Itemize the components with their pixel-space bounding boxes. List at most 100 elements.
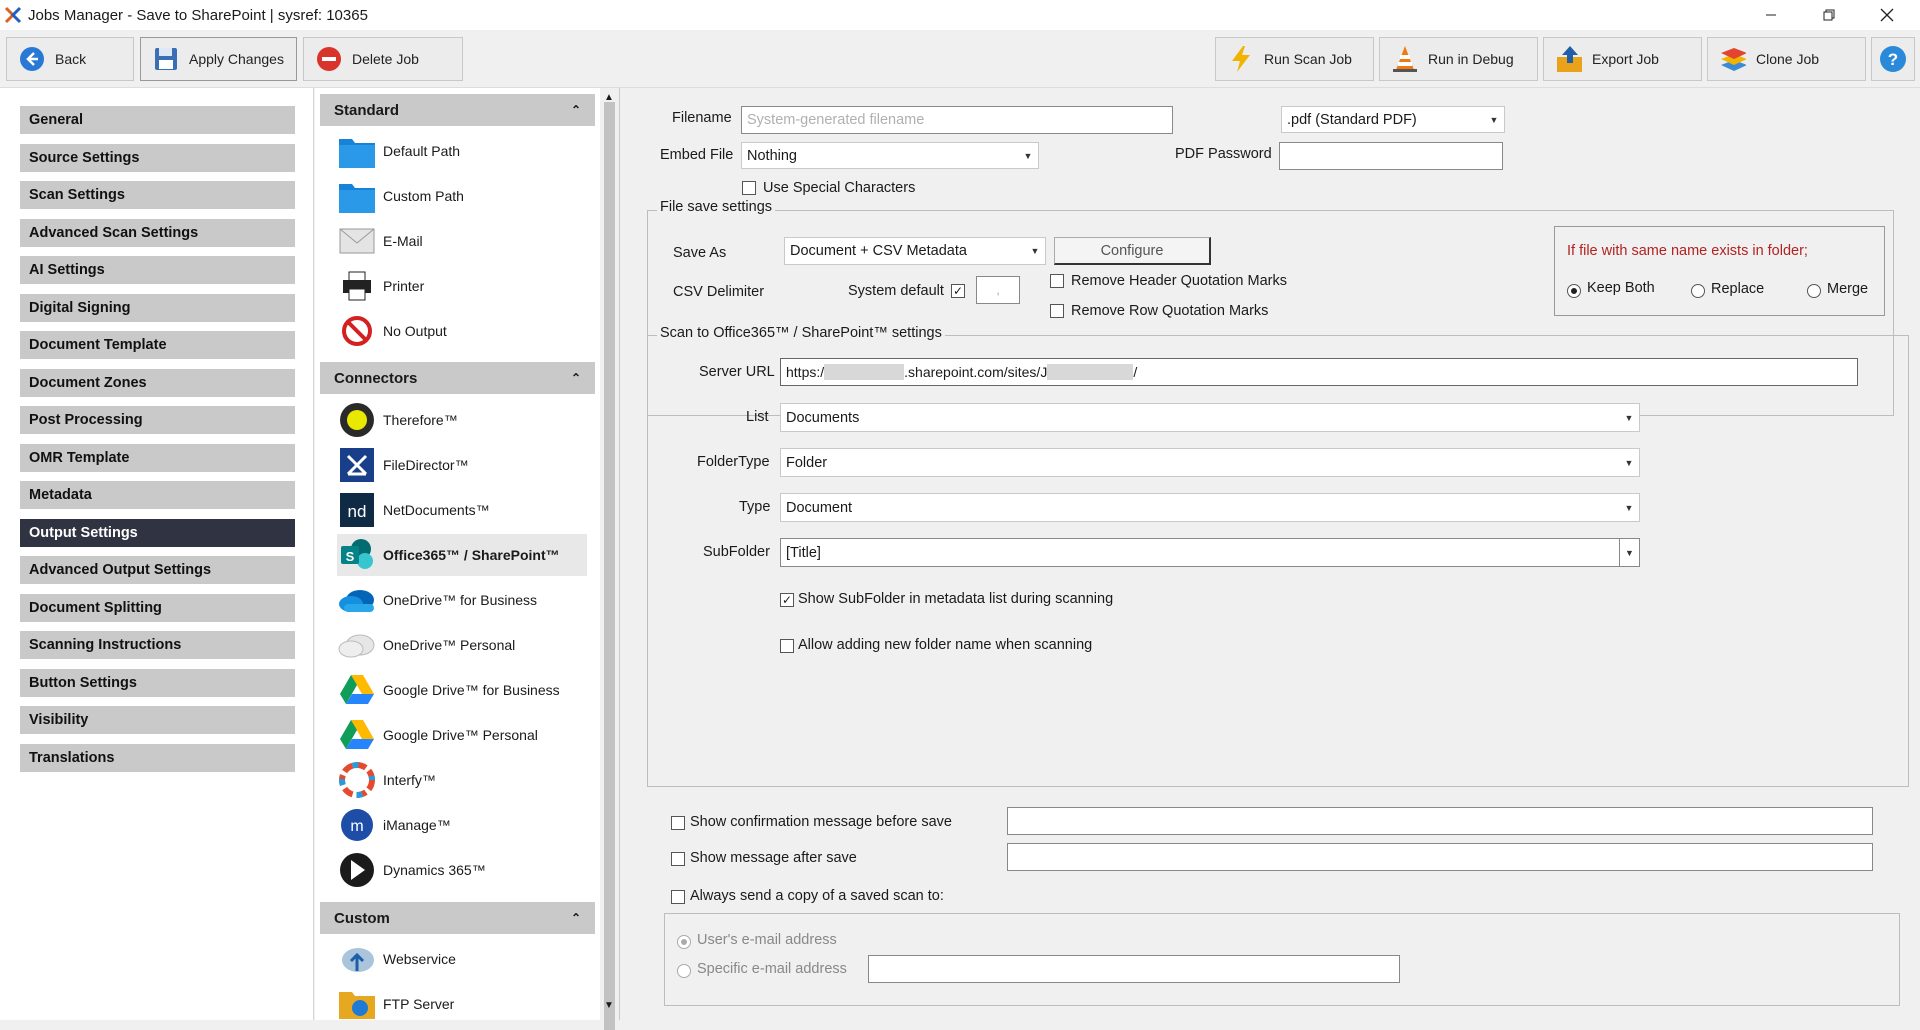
confirm-message-input[interactable] — [1007, 807, 1873, 835]
clone-job-button[interactable]: Clone Job — [1707, 37, 1866, 81]
nav-item-document-splitting[interactable]: Document Splitting — [20, 593, 295, 622]
chevron-down-icon: ▼ — [1023, 150, 1033, 161]
output-option-office365-sharepoint[interactable]: S Office365™ / SharePoint™ — [337, 534, 587, 576]
scroll-down-icon[interactable]: ▼ — [604, 1000, 614, 1011]
nav-item-advanced-scan-settings[interactable]: Advanced Scan Settings — [20, 218, 295, 247]
nav-item-advanced-output-settings[interactable]: Advanced Output Settings — [20, 556, 295, 584]
nav-item-source-settings[interactable]: Source Settings — [20, 143, 295, 172]
redacted-block — [824, 364, 905, 380]
help-button[interactable]: ? — [1871, 37, 1915, 81]
delimiter-input[interactable]: , — [976, 276, 1020, 304]
nav-item-scan-settings[interactable]: Scan Settings — [20, 181, 295, 209]
embed-file-select[interactable]: Nothing ▼ — [741, 142, 1039, 169]
nav-item-omr-template[interactable]: OMR Template — [20, 443, 295, 472]
output-option-imanage[interactable]: m iManage™ — [337, 804, 587, 846]
scrollbar-thumb[interactable] — [604, 102, 615, 1030]
output-option-webservice[interactable]: Webservice — [337, 938, 587, 980]
remove-header-quotes-checkbox[interactable] — [1050, 274, 1064, 288]
send-copy-checkbox[interactable] — [671, 890, 685, 904]
specific-email-radio[interactable] — [677, 964, 691, 978]
output-panel-scrollbar[interactable]: ▲ ▼ — [600, 88, 619, 1030]
output-option-ftp-server[interactable]: FTP Server — [337, 983, 587, 1025]
subfolder-combo[interactable]: [Title] ▼ — [780, 538, 1640, 567]
filename-label: Filename — [672, 110, 732, 126]
output-option-google-drive-personal[interactable]: Google Drive™ Personal — [337, 714, 587, 756]
output-option-netdocuments[interactable]: nd NetDocuments™ — [337, 489, 587, 531]
output-option-no-output[interactable]: No Output — [337, 310, 587, 352]
message-after-save-checkbox[interactable] — [671, 852, 685, 866]
output-option-printer[interactable]: Printer — [337, 265, 587, 307]
output-option-filedirector[interactable]: FileDirector™ — [337, 444, 587, 486]
filename-input[interactable]: System-generated filename — [741, 106, 1173, 134]
minimize-button[interactable] — [1748, 0, 1794, 30]
restore-button[interactable] — [1806, 0, 1852, 30]
show-subfolder-checkbox[interactable]: ✓ — [780, 593, 794, 607]
confirm-before-save-checkbox[interactable] — [671, 816, 685, 830]
special-characters-checkbox[interactable] — [742, 181, 756, 195]
users-email-radio[interactable] — [677, 935, 691, 949]
nav-item-digital-signing[interactable]: Digital Signing — [20, 293, 295, 322]
replace-label: Replace — [1711, 281, 1765, 297]
apply-changes-button[interactable]: Apply Changes — [140, 37, 297, 81]
therefore-icon — [337, 401, 377, 439]
foldertype-select[interactable]: Folder ▼ — [780, 448, 1640, 477]
export-job-button[interactable]: Export Job — [1543, 37, 1702, 81]
nav-item-post-processing[interactable]: Post Processing — [20, 406, 295, 434]
allow-new-folder-checkbox[interactable] — [780, 639, 794, 653]
sharepoint-settings-title: Scan to Office365™ / SharePoint™ setting… — [657, 325, 945, 341]
chevron-down-icon: ▼ — [1624, 412, 1634, 423]
file-exists-group — [1554, 226, 1885, 316]
nav-item-button-settings[interactable]: Button Settings — [20, 668, 295, 697]
chevron-down-icon: ▼ — [1489, 114, 1499, 125]
server-url-part-1: https:/ — [786, 364, 825, 380]
file-format-select[interactable]: .pdf (Standard PDF) ▼ — [1281, 106, 1505, 133]
nav-item-ai-settings[interactable]: AI Settings — [20, 256, 295, 284]
list-label: List — [746, 409, 769, 425]
list-select[interactable]: Documents ▼ — [780, 403, 1640, 432]
run-scan-job-button[interactable]: Run Scan Job — [1215, 37, 1374, 81]
output-option-onedrive-for-business[interactable]: OneDrive™ for Business — [337, 579, 587, 621]
chevron-down-icon[interactable]: ▼ — [1619, 539, 1639, 566]
system-default-checkbox[interactable]: ✓ — [951, 284, 965, 298]
output-option-interfy[interactable]: Interfy™ — [337, 759, 587, 801]
output-option-default-path[interactable]: Default Path — [337, 130, 587, 172]
nav-item-metadata[interactable]: Metadata — [20, 481, 295, 509]
output-option-dynamics-365[interactable]: Dynamics 365™ — [337, 849, 587, 891]
nav-item-translations[interactable]: Translations — [20, 743, 295, 772]
custom-section-header[interactable]: Custom ⌃ — [320, 902, 595, 934]
configure-button[interactable]: Configure — [1054, 237, 1211, 265]
nav-item-general[interactable]: General — [20, 106, 295, 134]
export-job-label: Export Job — [1592, 51, 1659, 67]
custom-section-title: Custom — [334, 909, 390, 927]
save-as-select[interactable]: Document + CSV Metadata ▼ — [784, 237, 1046, 265]
title-bar: Jobs Manager - Save to SharePoint | sysr… — [0, 0, 1920, 30]
nav-item-visibility[interactable]: Visibility — [20, 706, 295, 734]
replace-radio[interactable] — [1691, 284, 1705, 298]
pdf-password-input[interactable] — [1279, 142, 1503, 170]
keep-both-radio[interactable] — [1567, 284, 1581, 298]
back-button[interactable]: Back — [6, 37, 134, 81]
output-option-therefore[interactable]: Therefore™ — [337, 399, 587, 441]
after-save-message-input[interactable] — [1007, 843, 1873, 871]
output-option-e-mail[interactable]: E-Mail — [337, 220, 587, 262]
merge-radio[interactable] — [1807, 284, 1821, 298]
nav-item-document-template[interactable]: Document Template — [20, 331, 295, 359]
close-window-button[interactable] — [1864, 0, 1910, 30]
specific-email-input[interactable] — [868, 955, 1400, 983]
output-option-custom-path[interactable]: Custom Path — [337, 175, 587, 217]
output-option-google-drive-for-business[interactable]: Google Drive™ for Business — [337, 669, 587, 711]
remove-row-quotes-checkbox[interactable] — [1050, 304, 1064, 318]
standard-section-header[interactable]: Standard ⌃ — [320, 94, 595, 126]
output-option-onedrive-personal[interactable]: OneDrive™ Personal — [337, 624, 587, 666]
output-option-label: No Output — [383, 323, 447, 339]
nav-item-scanning-instructions[interactable]: Scanning Instructions — [20, 631, 295, 659]
nav-item-output-settings[interactable]: Output Settings — [20, 518, 295, 547]
nav-item-document-zones[interactable]: Document Zones — [20, 368, 295, 397]
type-select[interactable]: Document ▼ — [780, 493, 1640, 522]
envelope-icon — [337, 222, 377, 260]
run-in-debug-button[interactable]: Run in Debug — [1379, 37, 1538, 81]
output-option-label: Printer — [383, 278, 425, 294]
connectors-section-header[interactable]: Connectors ⌃ — [320, 362, 595, 394]
server-url-input[interactable]: https:/ .sharepoint.com/sites/J / — [780, 358, 1858, 386]
delete-job-button[interactable]: Delete Job — [303, 37, 463, 81]
